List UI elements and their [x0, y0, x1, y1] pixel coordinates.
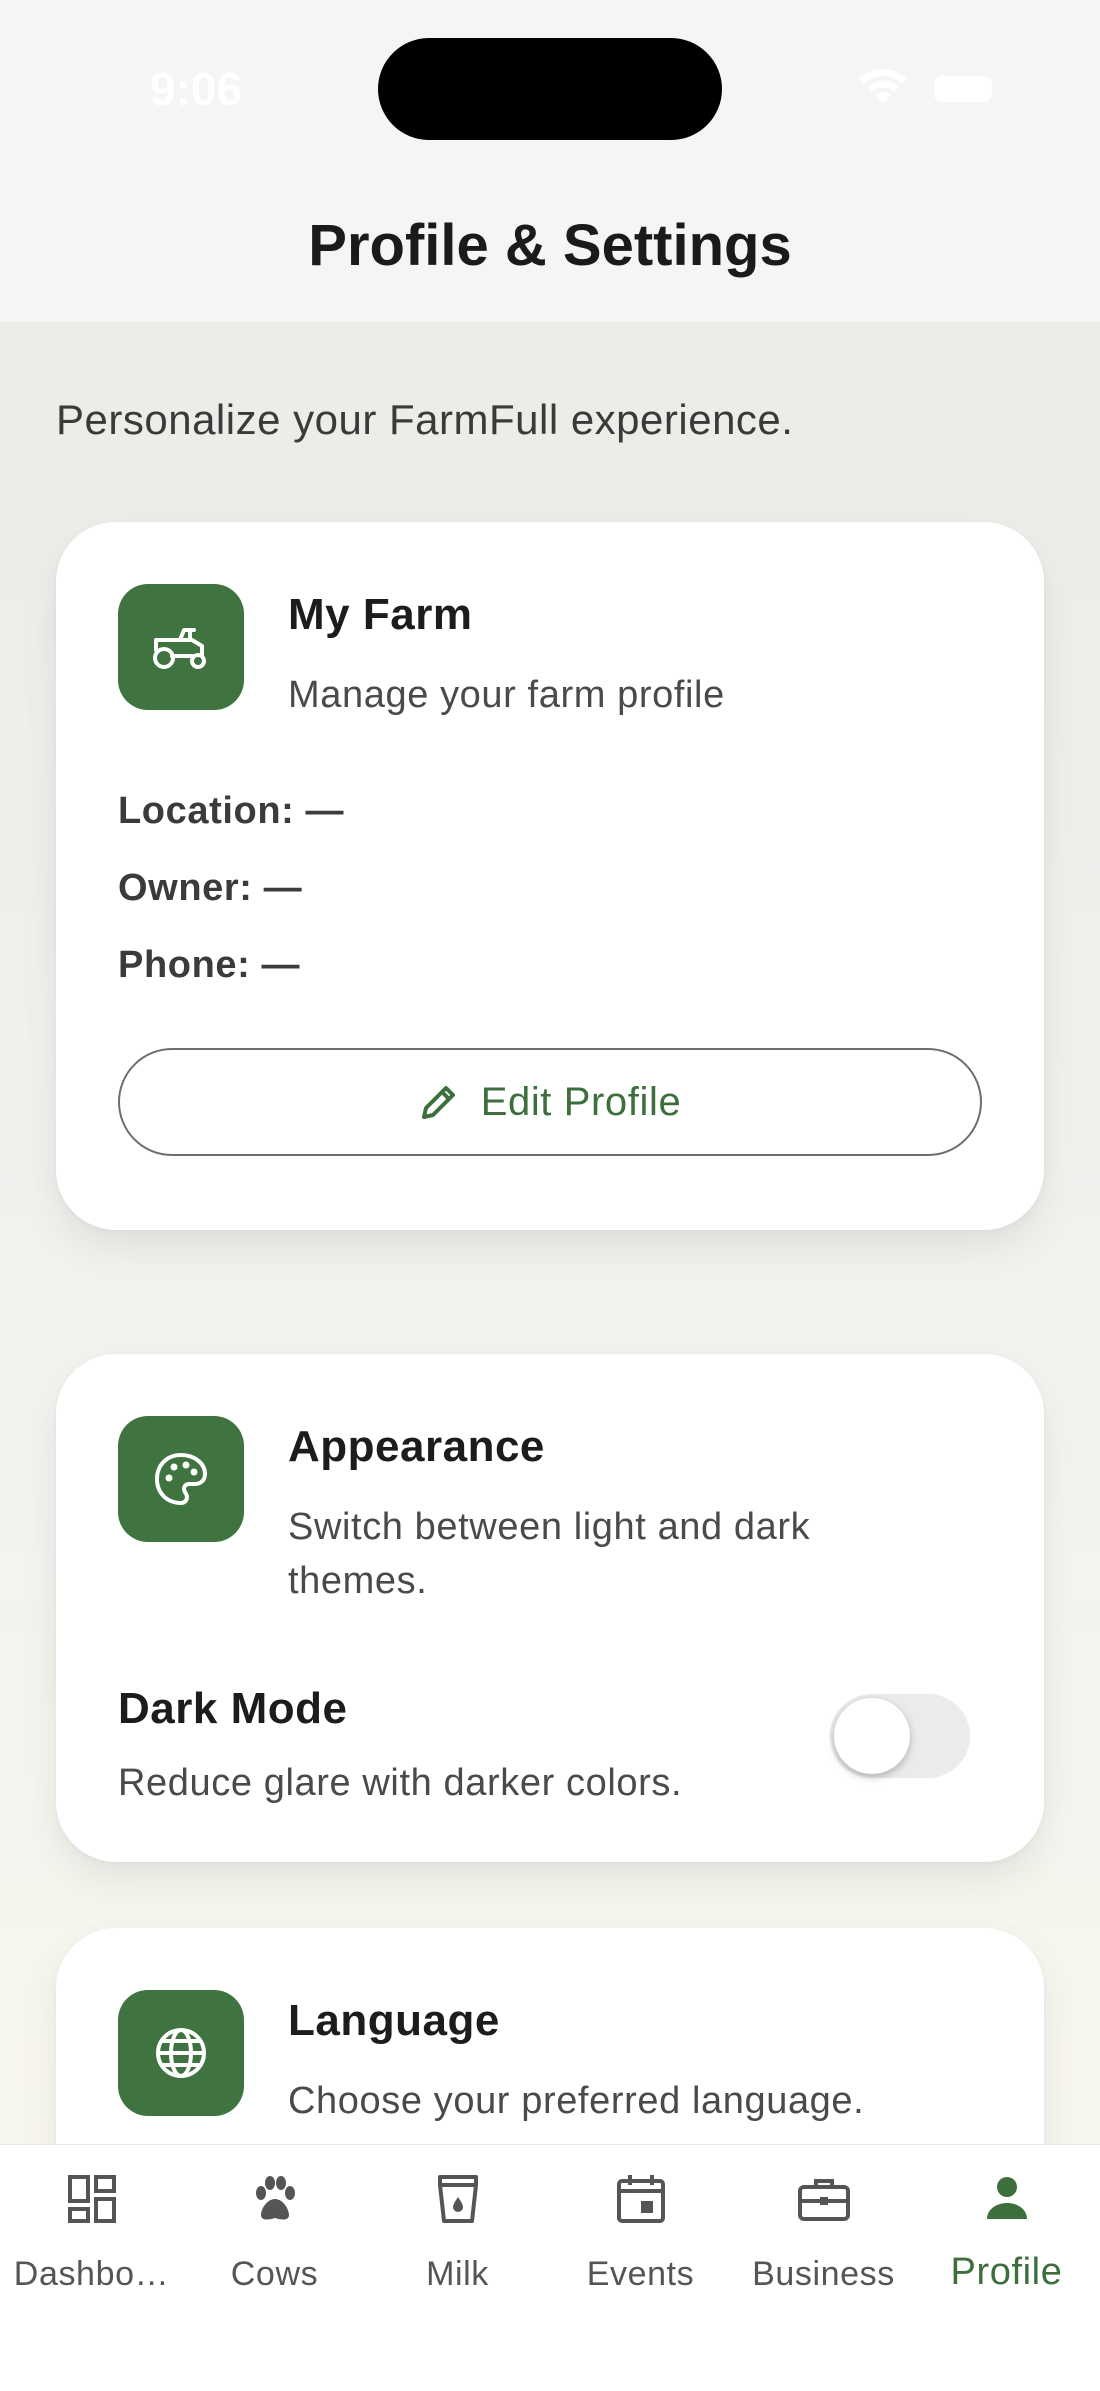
appearance-card-subtitle: Switch between light and dark themes. — [288, 1506, 811, 1602]
tractor-icon — [118, 584, 244, 710]
nav-dashboard-label: Dashbo… — [13, 2255, 170, 2293]
calendar-icon — [616, 2175, 665, 2223]
nav-events-label: Events — [586, 2255, 695, 2293]
appearance-card-title: Appearance — [288, 1422, 545, 1471]
status-time: 9:06 — [150, 63, 243, 115]
briefcase-icon — [797, 2179, 850, 2221]
nav-cows-label: Cows — [230, 2255, 319, 2293]
language-card-subtitle: Choose your preferred language. — [288, 2080, 865, 2122]
dynamic-island — [378, 38, 722, 140]
dark-mode-title: Dark Mode — [118, 1684, 348, 1733]
settings-content[interactable]: Personalize your FarmFull experience. My… — [0, 322, 1100, 2144]
appearance-card: Appearance Switch between light and dark… — [56, 1354, 1044, 1862]
wifi-icon — [859, 69, 907, 104]
paw-icon — [255, 2176, 295, 2220]
nav-milk[interactable]: Milk — [366, 2145, 549, 2325]
farm-phone: Phone: — — [118, 944, 301, 986]
farm-card: My Farm Manage your farm profile Locatio… — [56, 522, 1044, 1230]
dark-mode-description: Reduce glare with darker colors. — [118, 1762, 683, 1804]
nav-business[interactable]: Business — [732, 2145, 915, 2325]
language-card[interactable]: Language Choose your preferred language. — [56, 1928, 1044, 2144]
nav-dashboard[interactable]: Dashbo… — [0, 2145, 183, 2325]
nav-profile-label: Profile — [950, 2251, 1063, 2293]
nav-profile[interactable]: Profile — [915, 2145, 1098, 2325]
language-card-title: Language — [288, 1996, 500, 2045]
status-bar: 9:06 — [0, 0, 1100, 180]
farm-card-title: My Farm — [288, 590, 473, 639]
nav-milk-label: Milk — [426, 2255, 489, 2293]
nav-business-label: Business — [752, 2255, 895, 2293]
edit-profile-button[interactable]: Edit Profile — [118, 1048, 982, 1156]
farm-card-subtitle: Manage your farm profile — [288, 674, 725, 716]
edit-profile-label: Edit Profile — [480, 1079, 682, 1124]
toggle-knob — [834, 1698, 910, 1774]
page-title: Profile & Settings — [308, 213, 792, 278]
farm-location: Location: — — [118, 790, 345, 832]
palette-icon — [118, 1416, 244, 1542]
nav-cows[interactable]: Cows — [183, 2145, 366, 2325]
milk-icon — [437, 2175, 478, 2223]
farm-owner: Owner: — — [118, 867, 303, 909]
globe-icon — [118, 1990, 244, 2116]
battery-icon — [934, 76, 992, 102]
pencil-icon — [421, 1086, 455, 1119]
person-icon — [986, 2177, 1027, 2219]
nav-events[interactable]: Events — [549, 2145, 732, 2325]
intro-text: Personalize your FarmFull experience. — [56, 396, 794, 443]
bottom-nav: Dashbo… Cows Milk Events Business Profil… — [0, 2144, 1100, 2391]
dark-mode-toggle[interactable] — [830, 1694, 970, 1778]
dashboard-icon — [67, 2175, 116, 2223]
